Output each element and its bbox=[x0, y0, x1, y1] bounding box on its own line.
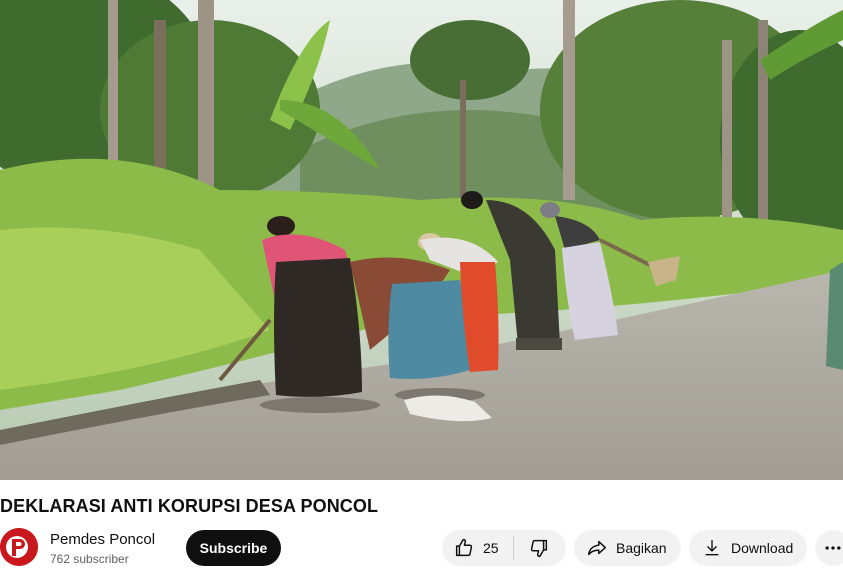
thumbs-up-icon bbox=[455, 538, 473, 557]
video-title: DEKLARASI ANTI KORUPSI DESA PONCOL bbox=[0, 496, 379, 516]
video-frame bbox=[0, 0, 843, 480]
dislike-button[interactable] bbox=[514, 530, 550, 566]
share-icon bbox=[588, 540, 606, 556]
subscriber-count: 762 subscriber bbox=[50, 552, 129, 566]
share-label: Bagikan bbox=[616, 540, 667, 556]
download-label: Download bbox=[731, 540, 794, 556]
share-button[interactable]: Bagikan bbox=[574, 530, 681, 566]
video-player[interactable] bbox=[0, 0, 843, 480]
channel-name[interactable]: Pemdes Poncol bbox=[50, 531, 155, 548]
more-actions-button[interactable] bbox=[815, 530, 843, 566]
channel-avatar[interactable] bbox=[0, 528, 38, 566]
like-dislike-group: 25 bbox=[442, 530, 566, 566]
channel-logo-icon bbox=[0, 528, 38, 566]
thumbs-down-icon bbox=[530, 539, 547, 558]
like-button[interactable]: 25 bbox=[442, 530, 499, 566]
download-button[interactable]: Download bbox=[689, 530, 807, 566]
download-icon bbox=[705, 539, 719, 556]
like-count: 25 bbox=[483, 540, 499, 556]
subscribe-button[interactable]: Subscribe bbox=[186, 530, 281, 566]
more-icon bbox=[825, 546, 841, 550]
